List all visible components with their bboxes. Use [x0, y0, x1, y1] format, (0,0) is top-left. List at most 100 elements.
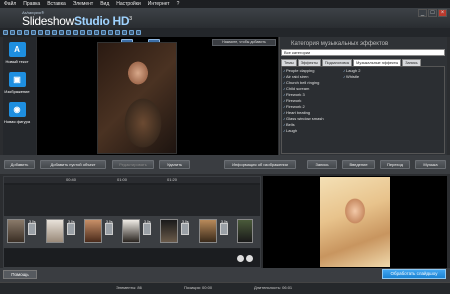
- menu-element[interactable]: Элемент: [73, 1, 93, 7]
- slide-thumbnail[interactable]: [122, 219, 140, 243]
- slide-duration: 3.0s: [182, 220, 189, 224]
- cut-icon[interactable]: [38, 30, 43, 35]
- list-item[interactable]: Air raid siren: [283, 74, 308, 79]
- render-slideshow-button[interactable]: Обработать слайдшоу: [382, 269, 446, 279]
- list-item[interactable]: Bells: [283, 122, 295, 127]
- menu-settings[interactable]: Настройки: [116, 1, 141, 7]
- transition-icon[interactable]: [181, 223, 189, 235]
- transition-button[interactable]: Переход: [380, 160, 410, 169]
- close-button[interactable]: ×: [438, 9, 447, 17]
- add-button[interactable]: Добавить: [4, 160, 35, 169]
- intro-button[interactable]: Введение: [342, 160, 375, 169]
- layer-icon[interactable]: [108, 30, 113, 35]
- open-icon[interactable]: [10, 30, 15, 35]
- zoom-icon[interactable]: [87, 30, 92, 35]
- settings-icon[interactable]: [122, 30, 127, 35]
- slide-thumbnail[interactable]: [237, 219, 253, 243]
- category-select[interactable]: Все категории: [281, 49, 445, 56]
- timeline-ruler[interactable]: [4, 177, 260, 183]
- record-button[interactable]: Запись: [307, 160, 337, 169]
- add-empty-button[interactable]: Добавить пустой объект: [40, 160, 106, 169]
- save-icon[interactable]: [17, 30, 22, 35]
- audio-track[interactable]: [4, 249, 260, 267]
- undo-icon[interactable]: [24, 30, 29, 35]
- delete-icon[interactable]: [59, 30, 64, 35]
- slide-thumbnail[interactable]: [160, 219, 178, 243]
- list-item[interactable]: Firework 2: [283, 104, 305, 109]
- transition-icon[interactable]: [28, 223, 36, 235]
- help-button[interactable]: Помощь: [3, 270, 37, 279]
- list-item[interactable]: Glass window smash: [283, 116, 324, 121]
- preview-hint-button[interactable]: Нажмите, чтобы добавить: [212, 39, 276, 46]
- transition-icon[interactable]: [105, 223, 113, 235]
- copy-icon[interactable]: [45, 30, 50, 35]
- list-item[interactable]: People clapping: [283, 68, 314, 73]
- preview-image[interactable]: [97, 42, 177, 154]
- align-icon[interactable]: [101, 30, 106, 35]
- list-item[interactable]: Firework 3: [283, 92, 305, 97]
- music-button[interactable]: Музыка: [415, 160, 446, 169]
- list-item[interactable]: Laugh: [283, 128, 297, 133]
- menu-edit[interactable]: Правка: [23, 1, 40, 7]
- image-label: Изображение: [4, 89, 30, 94]
- maximize-button[interactable]: □: [428, 9, 437, 17]
- image-tool[interactable]: ▣ Изображение: [2, 72, 32, 94]
- list-item[interactable]: Laugh 2: [343, 68, 360, 73]
- image-icon: ▣: [8, 72, 26, 87]
- list-item[interactable]: Church bell ringing: [283, 80, 319, 85]
- menu-internet[interactable]: Интернет: [148, 1, 170, 7]
- tick-label: 01:00: [117, 177, 128, 182]
- menu-file[interactable]: Файл: [4, 1, 16, 7]
- menu-help[interactable]: ?: [177, 1, 180, 7]
- tab-music-effects[interactable]: Музыкальные эффекты: [353, 59, 402, 66]
- tick-label: 00:40: [66, 177, 77, 182]
- status-position: Позиция: 00:00: [184, 285, 213, 290]
- app-logo: SlideshowStudio HD3: [22, 14, 132, 28]
- new-shape-tool[interactable]: ◉ Новая фигура: [2, 102, 32, 124]
- new-text-tool[interactable]: A Новый текст: [2, 42, 32, 64]
- list-item[interactable]: Firework: [283, 98, 301, 103]
- shape-icon: ◉: [8, 102, 26, 117]
- tab-effects[interactable]: Эффекты: [297, 59, 321, 66]
- list-item[interactable]: Heart beating: [283, 110, 310, 115]
- rotate-right-icon[interactable]: [73, 30, 78, 35]
- minimize-button[interactable]: _: [418, 9, 427, 17]
- zoom-in-icon[interactable]: [246, 255, 253, 262]
- delete-button[interactable]: Удалить: [159, 160, 190, 169]
- logo-part-a: Slideshow: [22, 14, 74, 28]
- image-info-button[interactable]: Информация об изображении: [224, 160, 296, 169]
- play-icon[interactable]: [115, 30, 120, 35]
- crop-icon[interactable]: [80, 30, 85, 35]
- list-item[interactable]: Child scream: [283, 86, 309, 91]
- tab-subtitle[interactable]: Подзаголовок: [321, 59, 353, 66]
- edit-button[interactable]: Редактировать: [112, 160, 154, 169]
- tab-record[interactable]: Запись: [402, 59, 421, 66]
- fullscreen-icon[interactable]: [136, 30, 141, 35]
- fit-icon[interactable]: [129, 30, 134, 35]
- status-duration: Длительность: 06:01: [254, 285, 293, 290]
- timeline-track[interactable]: [4, 185, 260, 216]
- rotate-left-icon[interactable]: [66, 30, 71, 35]
- new-icon[interactable]: [3, 30, 8, 35]
- transition-icon[interactable]: [67, 223, 75, 235]
- zoom-out-icon[interactable]: [237, 255, 244, 262]
- menu-view[interactable]: Вид: [100, 1, 109, 7]
- grid-icon[interactable]: [94, 30, 99, 35]
- logo-version: 3: [129, 16, 132, 22]
- transition-icon[interactable]: [143, 223, 151, 235]
- slide-thumbnail[interactable]: [199, 219, 217, 243]
- effects-tabs: Темы Эффекты Подзаголовок Музыкальные эф…: [281, 59, 445, 66]
- redo-icon[interactable]: [31, 30, 36, 35]
- slide-thumbnail[interactable]: [7, 219, 25, 243]
- slide-duration: 3.0s: [144, 220, 151, 224]
- transition-icon[interactable]: [220, 223, 228, 235]
- slide-thumbnail[interactable]: [84, 219, 102, 243]
- menu-insert[interactable]: Вставка: [47, 1, 66, 7]
- list-item[interactable]: Whistle: [343, 74, 359, 79]
- tab-themes[interactable]: Темы: [281, 59, 297, 66]
- panel-title: Категория музыкальных эффектов: [291, 41, 389, 47]
- slide-duration: 3.0s: [106, 220, 113, 224]
- slide-thumbnail[interactable]: [46, 219, 64, 243]
- text-icon: A: [8, 42, 26, 57]
- paste-icon[interactable]: [52, 30, 57, 35]
